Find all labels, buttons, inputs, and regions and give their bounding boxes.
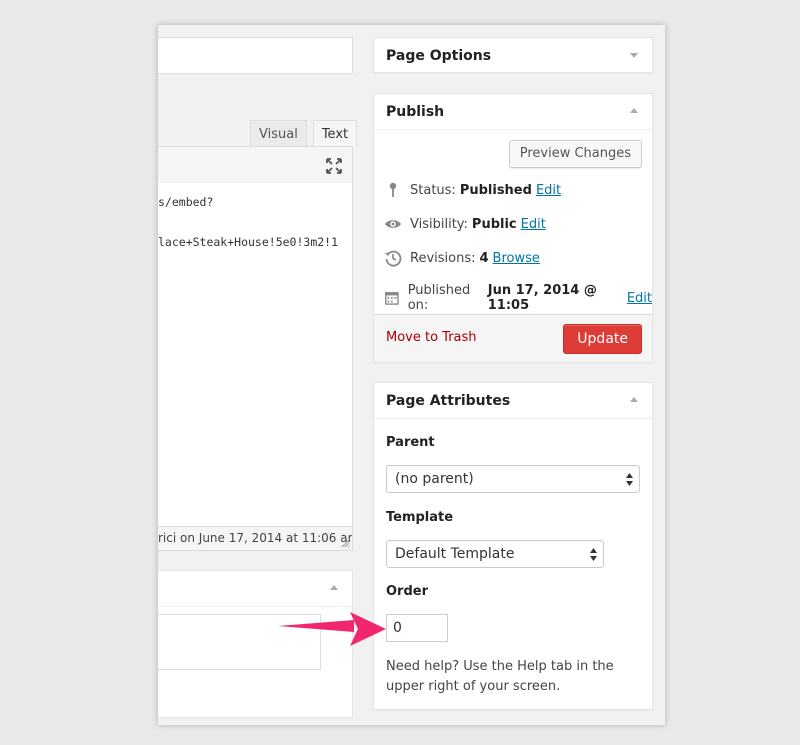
last-edited-text: rici on June 17, 2014 at 11:06 am [158,531,353,545]
expand-icon[interactable] [630,53,638,58]
annotation-arrow-icon [278,612,386,646]
pin-icon [389,182,397,197]
visibility-label: Visibility: [410,216,468,232]
update-button[interactable]: Update [563,324,642,354]
code-line: s/embed? [158,195,214,209]
code-editor[interactable]: s/embed? lace+Steak+House!5e0!3m2!1 [158,183,353,527]
editor-status-bar: rici on June 17, 2014 at 11:06 am [158,526,353,551]
page-options-title: Page Options [386,48,492,64]
revisions-label: Revisions: [410,250,476,266]
page-attributes-box: Page Attributes Parent (no parent) Templ… [373,382,653,710]
template-label: Template [386,510,454,525]
visibility-row: Visibility: Public Edit [384,215,546,233]
parent-label: Parent [386,435,435,450]
status-row: Status: Published Edit [384,181,561,199]
code-line: lace+Steak+House!5e0!3m2!1 [158,235,339,249]
publish-actions: Move to Trash Update [374,314,652,362]
calendar-icon [385,292,399,305]
history-icon [385,250,402,267]
parent-selected-value: (no parent) [395,471,474,487]
publish-title: Publish [386,104,445,120]
preview-changes-button[interactable]: Preview Changes [508,140,642,168]
revisions-value: 4 [479,250,489,266]
collapse-icon[interactable] [330,585,338,590]
editor-screen: Visual Text s/embed? lace+Steak+House!5e… [158,25,665,725]
eye-icon [385,220,401,228]
published-on-row: Published on: Jun 17, 2014 @ 11:05 Edit [384,283,652,313]
help-text: Need help? Use the Help tab in the upper… [386,659,614,694]
move-to-trash-link[interactable]: Move to Trash [386,330,477,345]
fullscreen-icon[interactable] [325,157,343,175]
status-value: Published [459,182,532,198]
parent-select[interactable]: (no parent) [386,465,640,493]
select-arrows-icon [590,548,597,561]
publish-box: Publish Preview Changes Status: Publishe… [373,93,653,363]
visibility-value: Public [471,216,517,232]
page-attributes-header[interactable]: Page Attributes [374,383,652,419]
page-attributes-title: Page Attributes [386,393,511,409]
post-title-input[interactable] [158,37,353,74]
tab-text[interactable]: Text [312,120,358,147]
order-input[interactable]: 0 [386,614,448,642]
template-selected-value: Default Template [395,546,515,562]
published-on-value: Jun 17, 2014 @ 11:05 [487,283,597,313]
browse-revisions-link[interactable]: Browse [493,251,540,266]
status-label: Status: [410,182,456,198]
revisions-row: Revisions: 4 Browse [384,249,540,267]
edit-status-link[interactable]: Edit [536,183,561,198]
excerpt-header[interactable] [158,571,352,607]
resize-handle-icon[interactable] [341,539,350,548]
publish-header[interactable]: Publish [374,94,652,130]
tab-visual[interactable]: Visual [250,120,307,147]
editor-toolbar [158,146,353,184]
select-arrows-icon [626,473,633,486]
page-options-box: Page Options [373,37,653,73]
collapse-icon[interactable] [630,108,638,113]
template-select[interactable]: Default Template [386,540,604,568]
editor-tabs: Visual Text [250,120,358,147]
published-on-label: Published on: [407,283,471,313]
edit-visibility-link[interactable]: Edit [521,217,546,232]
collapse-icon[interactable] [630,397,638,402]
order-label: Order [386,584,428,599]
edit-date-link[interactable]: Edit [627,291,652,306]
page-options-header[interactable]: Page Options [374,38,652,74]
